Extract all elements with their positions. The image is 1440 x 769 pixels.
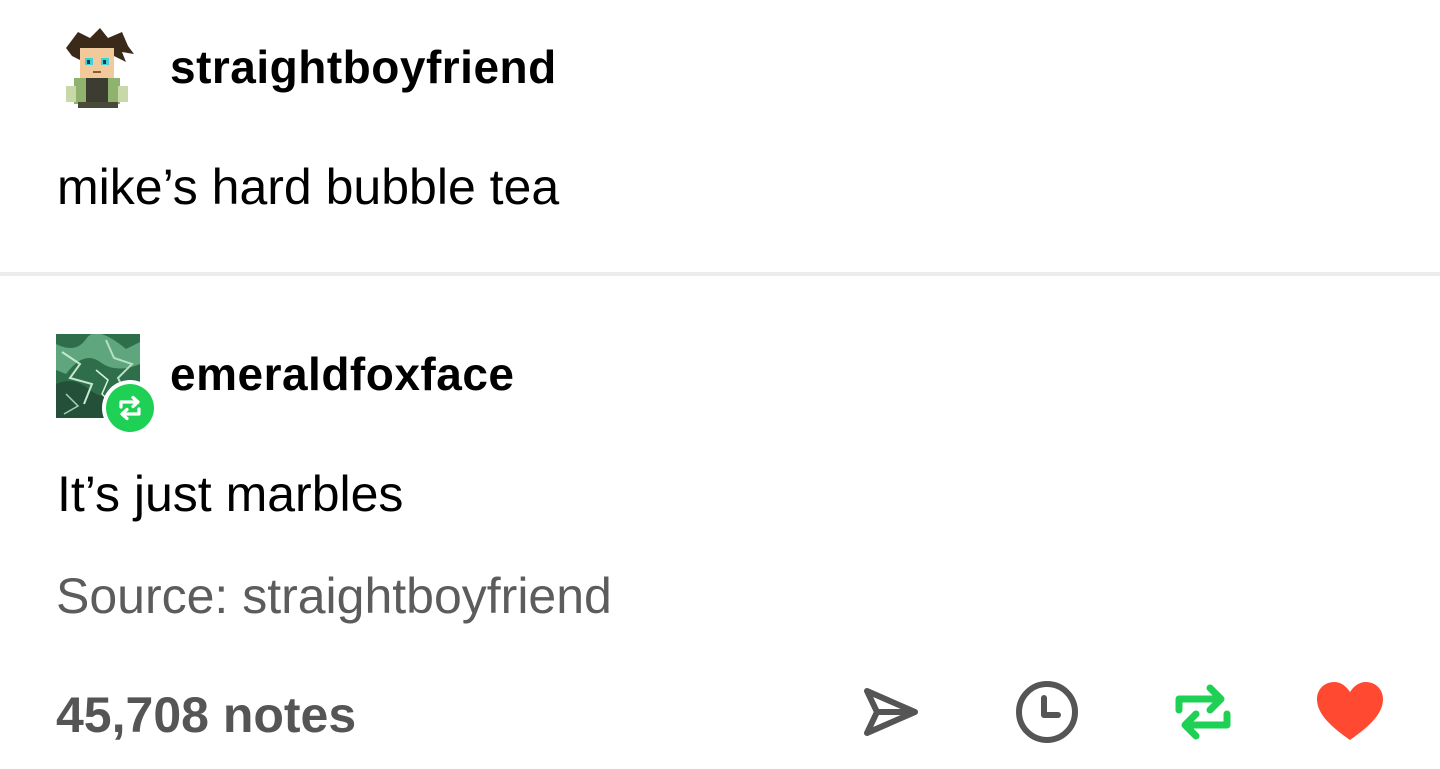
schedule-button[interactable]: [1011, 676, 1083, 748]
reblog-username[interactable]: emeraldfoxface: [170, 351, 515, 397]
reblog-icon: [1175, 684, 1231, 740]
reblog-text: It’s just marbles: [57, 466, 404, 522]
notes-count[interactable]: 45,708 notes: [56, 690, 356, 740]
straightboyfriend-avatar[interactable]: [56, 26, 140, 110]
reblog-post: emeraldfoxface It’s just marbles: [0, 276, 1440, 556]
original-post-text: mike’s hard bubble tea: [57, 159, 560, 215]
original-post-username[interactable]: straightboyfriend: [170, 44, 557, 90]
like-button[interactable]: [1314, 676, 1386, 748]
share-icon: [864, 688, 918, 736]
share-button[interactable]: [854, 676, 926, 748]
avatar-pixel-character-icon: [66, 28, 134, 108]
like-heart-icon: [1317, 682, 1383, 740]
schedule-icon: [1016, 681, 1078, 743]
original-post: straightboyfriend mike’s hard bubble tea: [0, 0, 1440, 272]
reblog-badge-icon: [106, 384, 154, 432]
reblog-badge: [102, 380, 158, 436]
source-attribution[interactable]: Source: straightboyfriend: [56, 571, 612, 621]
reblog-button[interactable]: [1167, 676, 1239, 748]
